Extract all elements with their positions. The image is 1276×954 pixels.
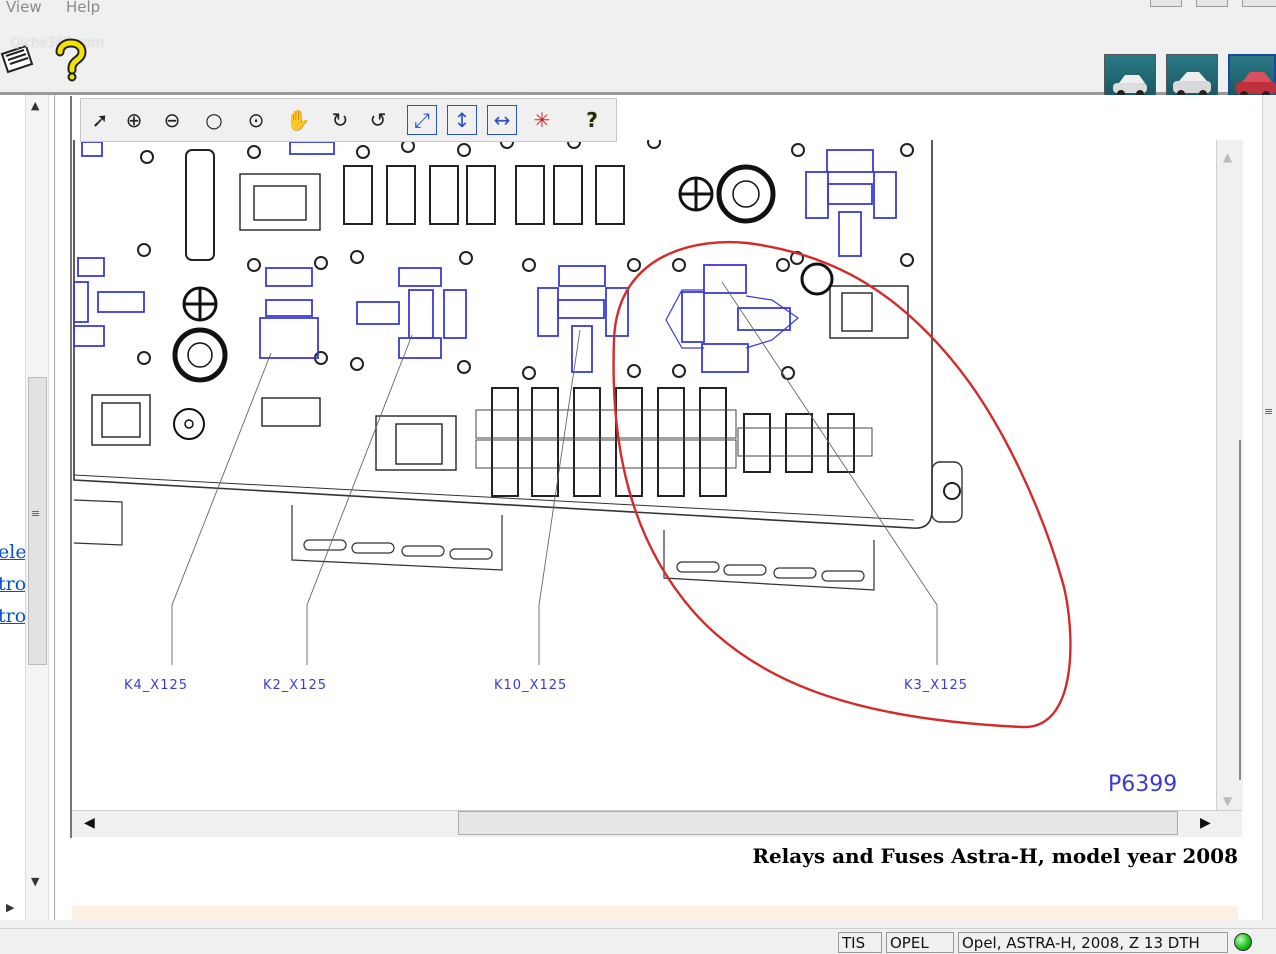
main-toolbar: Qiche365.com: [0, 24, 1276, 106]
fit-width-icon[interactable]: ↔: [487, 105, 517, 135]
status-bar: TIS OPEL Opel, ASTRA-H, 2008, Z 13 DTH: [0, 928, 1276, 954]
left-vertical-scrollbar[interactable]: ▲ ≡ ▼ ▶: [6, 95, 49, 920]
connection-status-icon: [1234, 933, 1252, 951]
rotate-cw-icon[interactable]: ↻: [325, 104, 355, 136]
scroll-left-arrow-icon[interactable]: ◀: [84, 815, 95, 831]
fit-all-icon[interactable]: ⤢: [407, 105, 437, 135]
figure-id: P6399: [1108, 772, 1178, 797]
zoom-window-icon[interactable]: ⊙: [241, 104, 271, 136]
diagram-label-k2: K2_X125: [263, 678, 328, 693]
status-vehicle: Opel, ASTRA-H, 2008, Z 13 DTH: [958, 932, 1228, 953]
help-icon[interactable]: ?: [577, 104, 607, 136]
horizontal-scroll-right-arrow-icon[interactable]: ▶: [1200, 815, 1211, 831]
scroll-thumb[interactable]: [28, 377, 47, 665]
main-scroll-down-arrow-icon[interactable]: ▼: [1223, 794, 1232, 808]
rotate-ccw-icon[interactable]: ↺: [363, 104, 393, 136]
menu-bar: View Help: [0, 0, 1276, 25]
diagram-label-k3: K3_X125: [904, 678, 969, 693]
menu-help[interactable]: Help: [66, 0, 100, 16]
fuse-box-diagram: [73, 140, 1072, 729]
scroll-grip-icon: ≡: [31, 507, 41, 520]
scroll-up-arrow-icon[interactable]: ▲: [31, 99, 39, 112]
status-system: TIS: [838, 932, 882, 953]
main-scroll-up-arrow-icon[interactable]: ▲: [1223, 150, 1232, 164]
close-button[interactable]: [1242, 0, 1276, 7]
diagram-label-k10: K10_X125: [494, 678, 568, 693]
scroll-down-arrow-icon[interactable]: ▼: [31, 875, 39, 888]
zoom-icon[interactable]: ○: [199, 104, 229, 136]
highlight-icon[interactable]: ✳: [527, 104, 557, 136]
nav-link-1[interactable]: ele: [0, 541, 27, 563]
document-caption: Relays and Fuses Astra-H, model year 200…: [752, 844, 1238, 868]
maximize-button[interactable]: [1196, 0, 1228, 7]
horizontal-scroll-thumb[interactable]: [458, 811, 1178, 835]
select-arrow-icon[interactable]: ➚: [85, 104, 115, 136]
nav-link-3[interactable]: tro: [0, 605, 26, 627]
zoom-in-icon[interactable]: ⊕: [119, 104, 149, 136]
pan-hand-icon[interactable]: ✋: [283, 104, 313, 136]
zoom-out-icon[interactable]: ⊖: [157, 104, 187, 136]
menu-view[interactable]: View: [6, 0, 42, 16]
diagram-viewer[interactable]: K4_X125 K2_X125 K10_X125 K3_X125 P6399: [70, 96, 1244, 838]
outer-vertical-scrollbar[interactable]: ≡: [1262, 95, 1276, 920]
main-vertical-scrollbar[interactable]: ▲ ▼: [1216, 140, 1243, 810]
viewer-toolbar: ➚ ⊕ ⊖ ○ ⊙ ✋ ↻ ↺ ⤢ ↕ ↔ ✳ ?: [80, 98, 617, 142]
horizontal-scrollbar[interactable]: ◀ ▶: [72, 810, 1242, 837]
diagram-label-k4: K4_X125: [124, 678, 189, 693]
status-brand: OPEL: [886, 932, 954, 953]
fit-height-icon[interactable]: ↕: [447, 105, 477, 135]
main-scroll-track[interactable]: [1239, 440, 1241, 780]
nav-link-2[interactable]: tro: [0, 573, 26, 595]
beige-band: [72, 906, 1238, 920]
minimize-button[interactable]: [1150, 0, 1182, 7]
help-question-icon[interactable]: [54, 38, 88, 82]
outer-scroll-grip-icon: ≡: [1264, 405, 1274, 418]
scroll-right-arrow-icon[interactable]: ▶: [6, 901, 14, 914]
